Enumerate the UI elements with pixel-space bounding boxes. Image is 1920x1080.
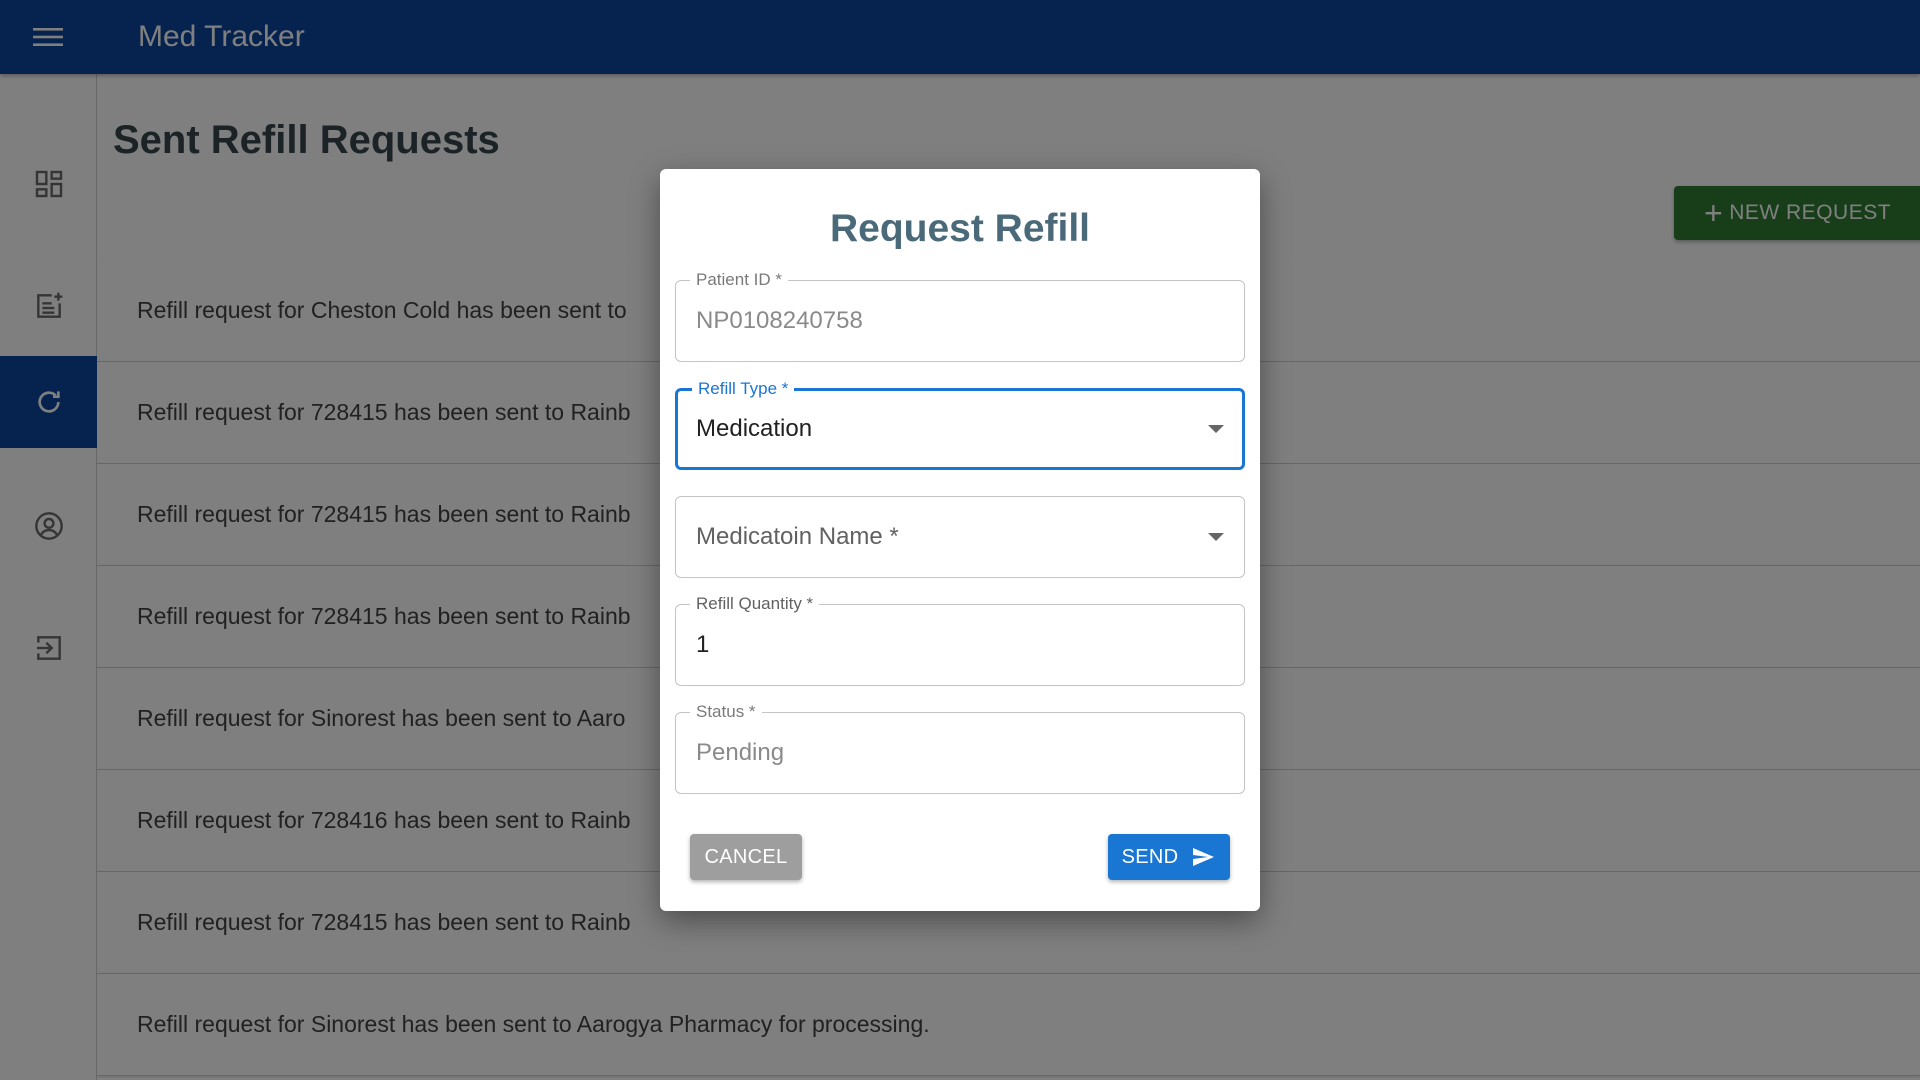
patient-id-field: Patient ID * NP0108240758 bbox=[675, 270, 1245, 362]
dialog-title: Request Refill bbox=[829, 207, 1091, 250]
request-refill-dialog: Request Refill Patient ID * NP0108240758… bbox=[660, 169, 1260, 911]
send-button[interactable]: SEND bbox=[1108, 834, 1230, 880]
dropdown-arrow-icon bbox=[1208, 425, 1224, 433]
patient-id-value: NP0108240758 bbox=[696, 307, 863, 334]
dropdown-arrow-icon bbox=[1208, 533, 1224, 541]
refill-quantity-value: 1 bbox=[696, 631, 710, 658]
medication-name-placeholder: Medicatoin Name * bbox=[696, 523, 899, 550]
cancel-button[interactable]: CANCEL bbox=[690, 834, 802, 880]
status-value: Pending bbox=[696, 739, 785, 766]
refill-quantity-label: Refill Quantity * bbox=[690, 594, 820, 614]
status-field: Status * Pending bbox=[675, 702, 1245, 794]
refill-quantity-input[interactable]: Refill Quantity * 1 bbox=[675, 594, 1245, 686]
medication-name-select[interactable]: Medicatoin Name * bbox=[675, 496, 1245, 578]
refill-type-value: Medication bbox=[696, 415, 813, 442]
refill-type-select[interactable]: Refill Type * Medication bbox=[675, 379, 1245, 470]
send-icon bbox=[1190, 845, 1216, 869]
send-label: SEND bbox=[1121, 845, 1179, 868]
